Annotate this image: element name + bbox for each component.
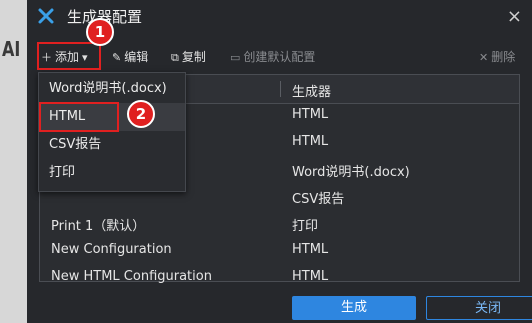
copy-button[interactable]: ⧉ 复制 (171, 48, 206, 65)
table-row[interactable]: New HTML Configuration HTML (40, 265, 519, 292)
generate-button[interactable]: 生成 (292, 296, 416, 320)
background-page: AI (0, 0, 27, 323)
edit-label: 编辑 (124, 50, 149, 64)
copy-icon: ⧉ (171, 51, 179, 64)
edit-button[interactable]: ✎ 编辑 (112, 48, 148, 65)
delete-label: 删除 (491, 50, 516, 64)
window-icon: ▭ (230, 51, 241, 64)
annotation-badge-1: 1 (86, 18, 114, 46)
row-generator: HTML (292, 269, 329, 284)
app-logo-icon (37, 7, 55, 25)
pencil-icon: ✎ (112, 51, 122, 64)
annotation-box-add (37, 42, 101, 70)
delete-icon: ✕ (479, 51, 489, 64)
background-text: AI (2, 37, 21, 61)
close-button[interactable]: 关闭 (426, 296, 532, 320)
annotation-badge-2: 2 (127, 100, 155, 128)
row-name: Print 1（默认） (51, 219, 146, 234)
column-divider (280, 81, 281, 97)
menu-item-print[interactable]: 打印 (39, 159, 185, 187)
menu-item-csv[interactable]: CSV报告 (39, 131, 185, 159)
row-generator: HTML (292, 134, 329, 149)
close-icon[interactable]: × (507, 6, 522, 27)
delete-button[interactable]: ✕ 删除 (479, 48, 515, 65)
row-generator: HTML (292, 242, 329, 257)
table-row[interactable]: Print 1（默认） 打印 (40, 211, 519, 238)
row-generator: Word说明书(.docx) (292, 165, 410, 180)
row-name: New HTML Configuration (51, 269, 212, 284)
menu-item-word[interactable]: Word说明书(.docx) (39, 75, 185, 103)
toolbar: ＋添加 ▾ ✎ 编辑 ⧉ 复制 ▭ 创建默认配置 ✕ 删除 (27, 44, 532, 70)
copy-label: 复制 (181, 50, 206, 64)
annotation-box-html (39, 102, 119, 132)
row-name: New Configuration (51, 242, 172, 257)
add-dropdown-menu: Word说明书(.docx) HTML CSV报告 打印 (38, 72, 186, 192)
column-header-generator[interactable]: 生成器 (292, 81, 331, 100)
create-default-label: 创建默认配置 (243, 50, 316, 64)
row-generator: 打印 (292, 219, 319, 234)
row-generator: CSV报告 (292, 192, 345, 207)
row-generator: HTML (292, 107, 329, 122)
table-row[interactable]: New Configuration HTML (40, 238, 519, 265)
create-default-button[interactable]: ▭ 创建默认配置 (230, 48, 315, 65)
